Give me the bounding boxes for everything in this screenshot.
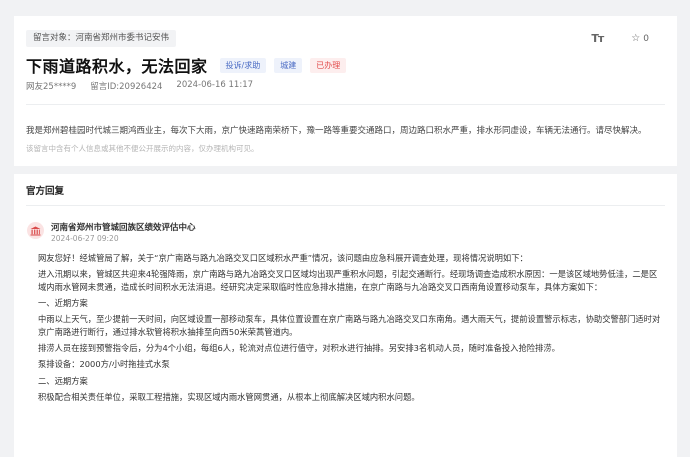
reply-card: 官方回复 河南省郑州市管城回族区绩效评估中心 2024-06-27 09:20 …	[14, 174, 677, 457]
favorite-count: 0	[643, 33, 649, 44]
reply-date: 2024-06-27 09:20	[51, 234, 119, 243]
category-tag: 投诉/求助	[219, 57, 267, 73]
reply-paragraph: 泵排设备：2000方/小时拖挂式水泵	[38, 359, 170, 370]
font-size-icon[interactable]: Tт	[591, 32, 604, 45]
reply-body: 网友您好！经城管局了解，关于“京广南路与路九冶路交叉口区域积水严重”情况，该问题…	[38, 252, 661, 407]
target-label: 留言对象：	[33, 33, 76, 43]
page-title: 下雨道路积水，无法回家	[26, 57, 208, 76]
reply-paragraph: 网友您好！经城管局了解，关于“京广南路与路九冶路交叉口区域积水严重”情况，该问题…	[38, 253, 528, 263]
status-badge: 已办理	[310, 57, 347, 73]
reply-paragraph: 二、远期方案	[38, 375, 88, 386]
building-icon	[27, 222, 44, 239]
message-card: 留言对象：河南省郑州市委书记安伟 Tт ☆ 0 下雨道路积水，无法回家 投诉/求…	[14, 16, 677, 166]
message-id: 留言ID:20926424	[90, 82, 163, 92]
reply-org-name: 河南省郑州市管城回族区绩效评估中心	[51, 223, 196, 233]
favorite-button[interactable]: ☆ 0	[631, 33, 649, 44]
message-target: 留言对象：河南省郑州市委书记安伟	[26, 30, 177, 47]
title-row: 下雨道路积水，无法回家 投诉/求助 城建 已办理	[26, 53, 347, 77]
reply-paragraph: 进入汛期以来，管城区共迎来4轮强降雨，京广南路与路九冶路交叉口区域均出现严重积水…	[38, 269, 658, 292]
reply-paragraph: 一、近期方案	[38, 298, 88, 309]
reply-paragraph: 中雨以上天气，至少提前一天时间，向区域设置一部移动泵车，具体位置设置在京广南路与…	[38, 314, 661, 337]
user-name: 网友25****9	[26, 82, 77, 92]
privacy-notice: 该留言中含有个人信息或其他不便公开展示的内容，仅办理机构可见。	[26, 144, 259, 153]
message-content: 我是郑州碧桂园时代城三期鸿西业主，每次下大雨，京广快速路南荣桥下，豫一路等重要交…	[26, 126, 647, 136]
star-icon: ☆	[631, 33, 641, 44]
divider	[26, 205, 665, 206]
target-value: 河南省郑州市委书记安伟	[75, 33, 170, 43]
reply-paragraph: 排涝人员在接到预警指令后，分为4个小组，每组6人，轮流对点位进行值守，对积水进行…	[38, 343, 560, 354]
reply-section-title: 官方回复	[26, 186, 65, 197]
reply-paragraph: 积极配合相关责任单位，采取工程措施，实现区域内雨水管网贯通，从根本上彻底解决区域…	[38, 392, 420, 403]
area-tag: 城建	[274, 57, 303, 73]
message-tools: Tт ☆ 0	[591, 32, 649, 45]
message-meta: 网友25****9 留言ID:20926424 2024-06-16 11:17	[26, 80, 267, 92]
message-datetime: 2024-06-16 11:17	[176, 80, 254, 90]
divider	[26, 104, 665, 105]
